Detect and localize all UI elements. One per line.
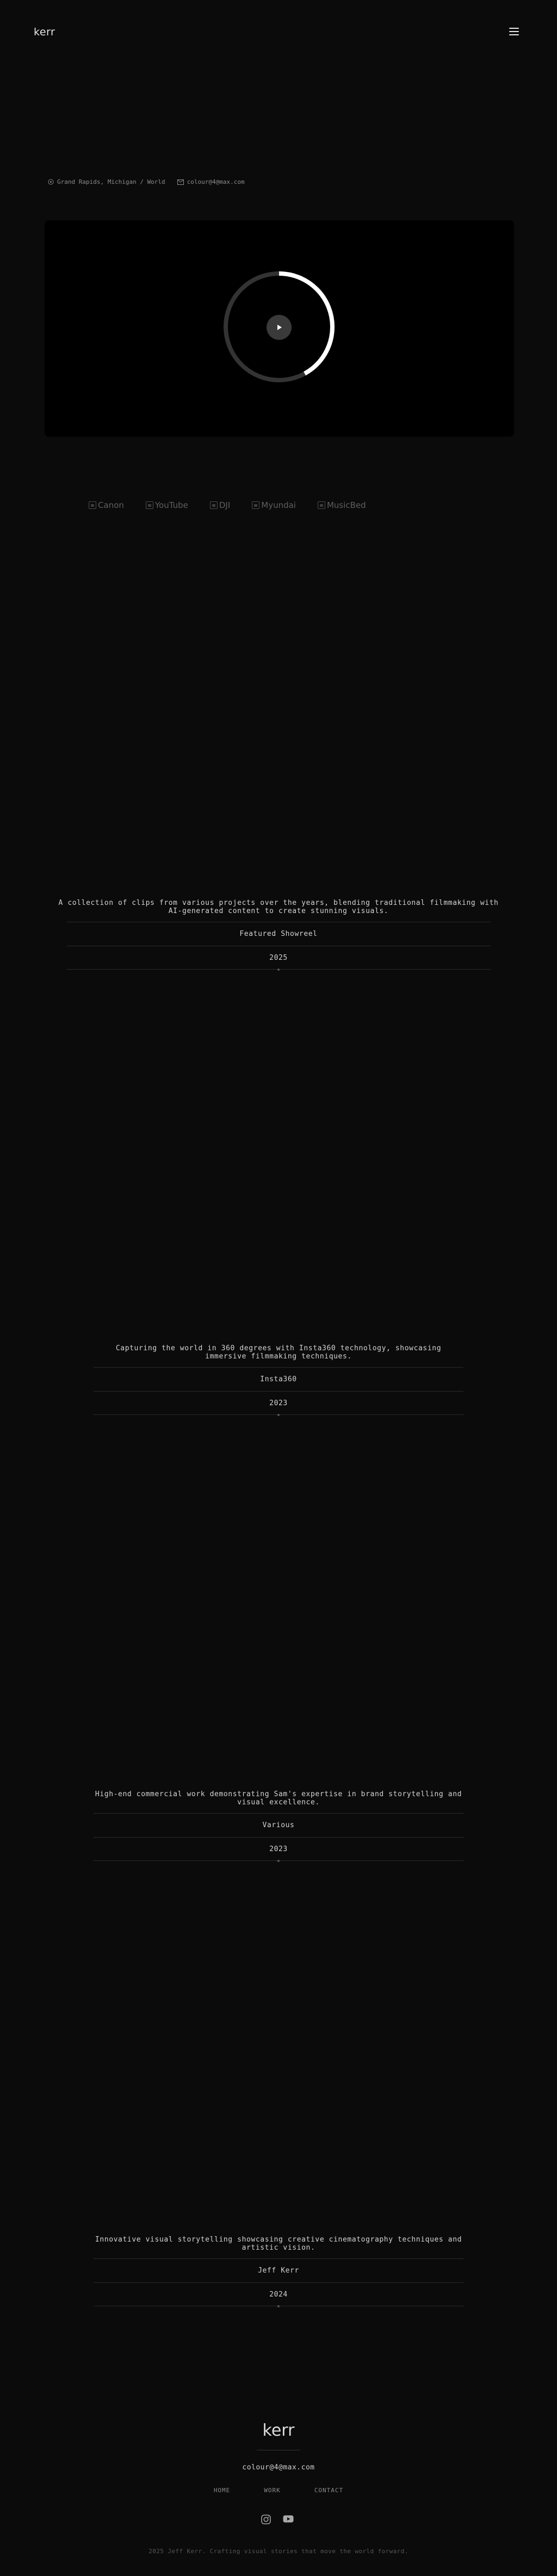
footer-nav-contact[interactable]: CONTACT	[314, 2487, 343, 2494]
broken-image-icon	[145, 501, 153, 509]
hamburger-menu-icon[interactable]	[509, 28, 519, 35]
project-year: 2023	[94, 1391, 463, 1416]
project-year: 2023	[94, 1837, 463, 1862]
footer-copyright: 2025 Jeff Kerr. Crafting visual stories …	[148, 2548, 409, 2555]
project-client: Featured Showreel	[66, 922, 491, 946]
mail-icon	[177, 179, 184, 185]
project-section: A collection of clips from various proje…	[0, 899, 557, 971]
project-year: 2025	[66, 946, 491, 971]
play-icon	[277, 325, 282, 330]
project-meta: Jeff Kerr 2024	[94, 2258, 463, 2307]
instagram-icon[interactable]	[261, 2515, 271, 2527]
broken-image-icon	[209, 501, 218, 509]
project-client: Jeff Kerr	[94, 2258, 463, 2282]
project-meta: Insta360 2023	[94, 1367, 463, 1416]
map-pin-icon	[48, 179, 54, 185]
project-year: 2024	[94, 2282, 463, 2307]
client-logos: Canon YouTube DJI Myundai MusicBed	[89, 500, 366, 510]
project-meta: Various 2023	[94, 1813, 463, 1862]
project-description: High-end commercial work demonstrating S…	[95, 1790, 462, 1807]
project-section: Innovative visual storytelling showcasin…	[0, 2236, 557, 2307]
email-item[interactable]: colour@4@max.com	[177, 178, 245, 185]
project-description: A collection of clips from various proje…	[58, 899, 499, 915]
showreel-video-player[interactable]	[45, 220, 514, 437]
project-description: Innovative visual storytelling showcasin…	[95, 2236, 462, 2252]
project-description: Capturing the world in 360 degrees with …	[115, 1344, 442, 1361]
location-item: Grand Rapids, Michigan / World	[48, 178, 165, 185]
play-button[interactable]	[267, 315, 292, 340]
client-logo: MusicBed	[317, 500, 366, 510]
client-logo: Myundai	[252, 500, 296, 510]
project-section: High-end commercial work demonstrating S…	[0, 1790, 557, 1862]
footer-email-link[interactable]: colour@4@max.com	[0, 2463, 557, 2472]
broken-image-icon	[89, 501, 96, 509]
client-logo: YouTube	[145, 500, 188, 510]
youtube-icon[interactable]	[283, 2515, 294, 2527]
location-text: Grand Rapids, Michigan / World	[57, 178, 165, 185]
site-logo[interactable]: kerr	[34, 26, 55, 38]
footer-nav: HOME WORK CONTACT	[0, 2487, 557, 2494]
client-logo: Canon	[89, 500, 124, 510]
project-section: Capturing the world in 360 degrees with …	[0, 1344, 557, 1416]
footer-nav-work[interactable]: WORK	[264, 2487, 281, 2494]
project-client: Various	[94, 1813, 463, 1837]
client-logo: DJI	[209, 500, 230, 510]
contact-row: Grand Rapids, Michigan / World colour@4@…	[48, 178, 245, 185]
email-link[interactable]: colour@4@max.com	[187, 178, 245, 185]
broken-image-icon	[252, 501, 260, 509]
footer-logo[interactable]: kerr	[0, 2421, 557, 2440]
project-client: Insta360	[94, 1367, 463, 1391]
footer-nav-home[interactable]: HOME	[214, 2487, 231, 2494]
broken-image-icon	[317, 501, 325, 509]
project-meta: Featured Showreel 2025	[66, 922, 491, 971]
footer-social	[261, 2515, 294, 2527]
